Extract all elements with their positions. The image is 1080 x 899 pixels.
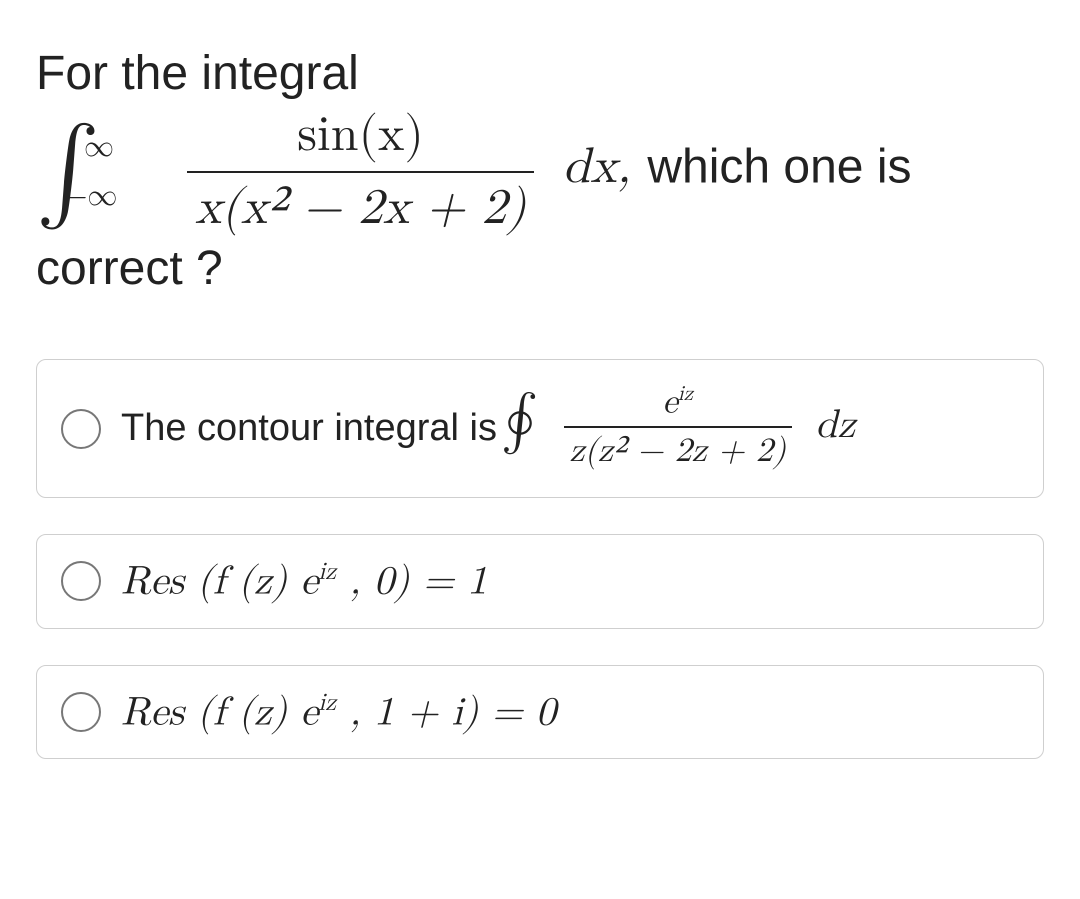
- radio-icon[interactable]: [61, 692, 101, 732]
- radio-icon[interactable]: [61, 561, 101, 601]
- contour-frac-num: eiz: [564, 382, 792, 426]
- radio-icon[interactable]: [61, 409, 101, 449]
- contour-frac-den: z(z² − 2z + 2): [564, 426, 792, 475]
- question-suffix-1: which one is: [647, 140, 911, 193]
- question-stem: For the integral ∫ ∞ −∞ sin(x) x(x² − 2x…: [36, 44, 1044, 299]
- question-integral: ∫ ∞ −∞ sin(x) x(x² − 2x + 2) dx,: [36, 142, 647, 192]
- option-list: The contour integral is ∮ eiz z(z² − 2z …: [36, 359, 1044, 759]
- option-formula: Res (f (z) eiz , 1 + i) = 0: [121, 688, 556, 736]
- option-contour-integral[interactable]: The contour integral is ∮ eiz z(z² − 2z …: [36, 359, 1044, 498]
- option-residue-at-0[interactable]: Res (f (z) eiz , 0) = 1: [36, 534, 1044, 628]
- question-suffix-2: correct ?: [36, 242, 223, 295]
- option-residue-at-1plusi[interactable]: Res (f (z) eiz , 1 + i) = 0: [36, 665, 1044, 759]
- contour-integral-symbol: ∮: [501, 398, 538, 443]
- integrand-denominator: x(x² − 2x + 2): [187, 171, 534, 240]
- question-page: For the integral ∫ ∞ −∞ sin(x) x(x² − 2x…: [0, 0, 1080, 759]
- option-formula: ∮ eiz z(z² − 2z + 2) dz: [497, 382, 855, 475]
- option-formula: Res (f (z) eiz , 0) = 1: [121, 557, 487, 605]
- contour-trailing: dz: [815, 405, 855, 445]
- question-prefix: For the integral: [36, 47, 359, 100]
- integrand-numerator: sin(x): [187, 104, 534, 171]
- integral-upper-limit: ∞: [84, 129, 114, 167]
- integral-lower-limit: −∞: [64, 178, 117, 216]
- option-leading-text: The contour integral is: [121, 407, 497, 450]
- integral-dx: dx,: [563, 142, 631, 192]
